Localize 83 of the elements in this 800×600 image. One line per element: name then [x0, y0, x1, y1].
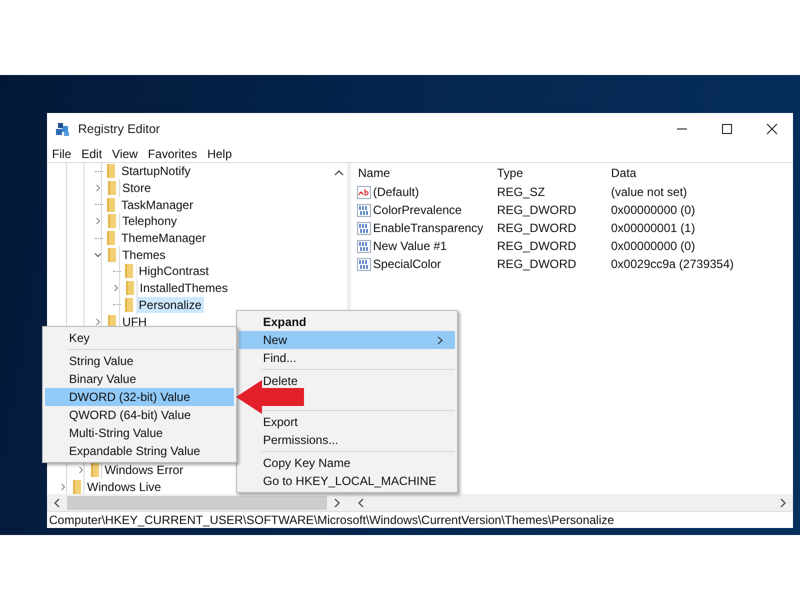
value-data: 0x00000000 (0): [611, 203, 696, 217]
scroll-right-icon[interactable]: [333, 498, 341, 508]
submenu-item[interactable]: String Value: [45, 352, 234, 370]
binary-value-icon: [357, 204, 371, 216]
binary-value-icon: [357, 222, 371, 234]
value-data: 0x00000000 (0): [611, 239, 696, 253]
value-name[interactable]: New Value #1: [373, 239, 447, 253]
tree-item[interactable]: Themes: [120, 246, 168, 263]
tree-item[interactable]: Windows Error: [102, 462, 186, 478]
value-type: REG_DWORD: [497, 257, 578, 271]
chevron-icon[interactable]: [76, 466, 85, 474]
folder-icon: [107, 231, 116, 246]
value-data: (value not set): [611, 185, 688, 199]
column-header[interactable]: Name: [357, 166, 497, 180]
submenu-item[interactable]: DWORD (32-bit) Value: [45, 388, 234, 406]
menu-item[interactable]: File: [52, 146, 72, 160]
value-type: REG_DWORD: [497, 203, 578, 217]
value-name[interactable]: SpecialColor: [373, 257, 442, 271]
chevron-icon[interactable]: [59, 482, 67, 491]
context-menu-item[interactable]: New: [239, 331, 455, 349]
tree-item[interactable]: Windows Live: [85, 478, 164, 494]
tree-item[interactable]: StartupNotify: [119, 163, 193, 180]
context-menu-item[interactable]: Find...: [239, 349, 455, 367]
menu-item[interactable]: Help: [207, 146, 232, 160]
value-name[interactable]: ColorPrevalence: [373, 203, 462, 217]
scroll-up-icon[interactable]: [334, 169, 344, 177]
folder-icon: [73, 480, 81, 494]
value-name[interactable]: (Default): [373, 185, 420, 199]
folder-icon: [107, 198, 116, 212]
value-name[interactable]: EnableTransparency: [373, 221, 484, 235]
context-menu-item[interactable]: Export: [239, 413, 455, 431]
string-value-icon: [357, 186, 371, 198]
submenu-item[interactable]: QWORD (64-bit) Value: [45, 406, 234, 424]
tree-item[interactable]: ThemeManager: [119, 230, 208, 246]
context-menu-item[interactable]: Expand: [239, 313, 455, 331]
column-header[interactable]: Data: [611, 166, 791, 180]
column-header[interactable]: Type: [497, 166, 611, 180]
binary-value-icon: [357, 240, 371, 252]
submenu-item[interactable]: Binary Value: [45, 370, 234, 388]
tree-item[interactable]: HighContrast: [136, 263, 211, 280]
folder-icon: [90, 463, 99, 478]
tree-item[interactable]: Personalize: [136, 296, 204, 313]
tree-item[interactable]: Store: [120, 180, 153, 196]
chevron-icon[interactable]: [112, 284, 120, 292]
cubes-icon: [55, 121, 71, 137]
chevron-icon[interactable]: [94, 184, 102, 192]
status-bar: Computer\HKEY_CURRENT_USER\SOFTWARE\Microsoft\Windows\CurrentVersion\Themes\Personalize: [47, 511, 793, 528]
horizontal-scrollbar[interactable]: [47, 494, 347, 511]
chevron-icon[interactable]: [94, 250, 102, 259]
menu-item[interactable]: View: [112, 146, 138, 160]
value-type: REG_DWORD: [497, 239, 578, 253]
submenu-item[interactable]: Expandable String Value: [45, 442, 234, 460]
scroll-left-icon[interactable]: [53, 498, 61, 508]
scroll-right-icon[interactable]: [779, 498, 787, 508]
value-type: REG_SZ: [497, 185, 546, 199]
submenu-item[interactable]: Multi-String Value: [45, 424, 234, 442]
menu-item[interactable]: Favorites: [148, 146, 198, 160]
context-menu-item[interactable]: Delete: [239, 372, 455, 390]
window-title: Registry Editor: [78, 122, 160, 136]
tree-item[interactable]: Telephony: [120, 213, 179, 230]
value-data: 0x0029cc9a (2739354): [611, 257, 735, 271]
folder-icon: [124, 298, 133, 312]
folder-icon: [107, 164, 116, 178]
context-menu-item[interactable]: Copy Key Name: [239, 454, 455, 472]
binary-value-icon: [357, 258, 371, 270]
folder-icon: [108, 248, 116, 262]
menu-item[interactable]: Edit: [81, 146, 102, 160]
value-data: 0x00000001 (1): [611, 221, 696, 235]
folder-icon: [126, 281, 134, 296]
folder-icon: [108, 214, 116, 228]
horizontal-scrollbar[interactable]: [351, 494, 793, 511]
scroll-left-icon[interactable]: [357, 498, 365, 508]
context-menu-item[interactable]: Permissions...: [239, 431, 455, 449]
maximize-icon[interactable]: [721, 123, 733, 135]
folder-icon: [124, 264, 133, 278]
chevron-icon[interactable]: [94, 217, 102, 226]
chevron-icon[interactable]: [94, 318, 102, 326]
close-icon[interactable]: [766, 123, 778, 135]
context-menu-item[interactable]: Go to HKEY_LOCAL_MACHINE: [239, 472, 455, 490]
value-type: REG_DWORD: [497, 221, 578, 235]
folder-icon: [108, 181, 116, 196]
submenu-item[interactable]: Key: [45, 329, 234, 347]
tree-item[interactable]: TaskManager: [119, 196, 196, 213]
